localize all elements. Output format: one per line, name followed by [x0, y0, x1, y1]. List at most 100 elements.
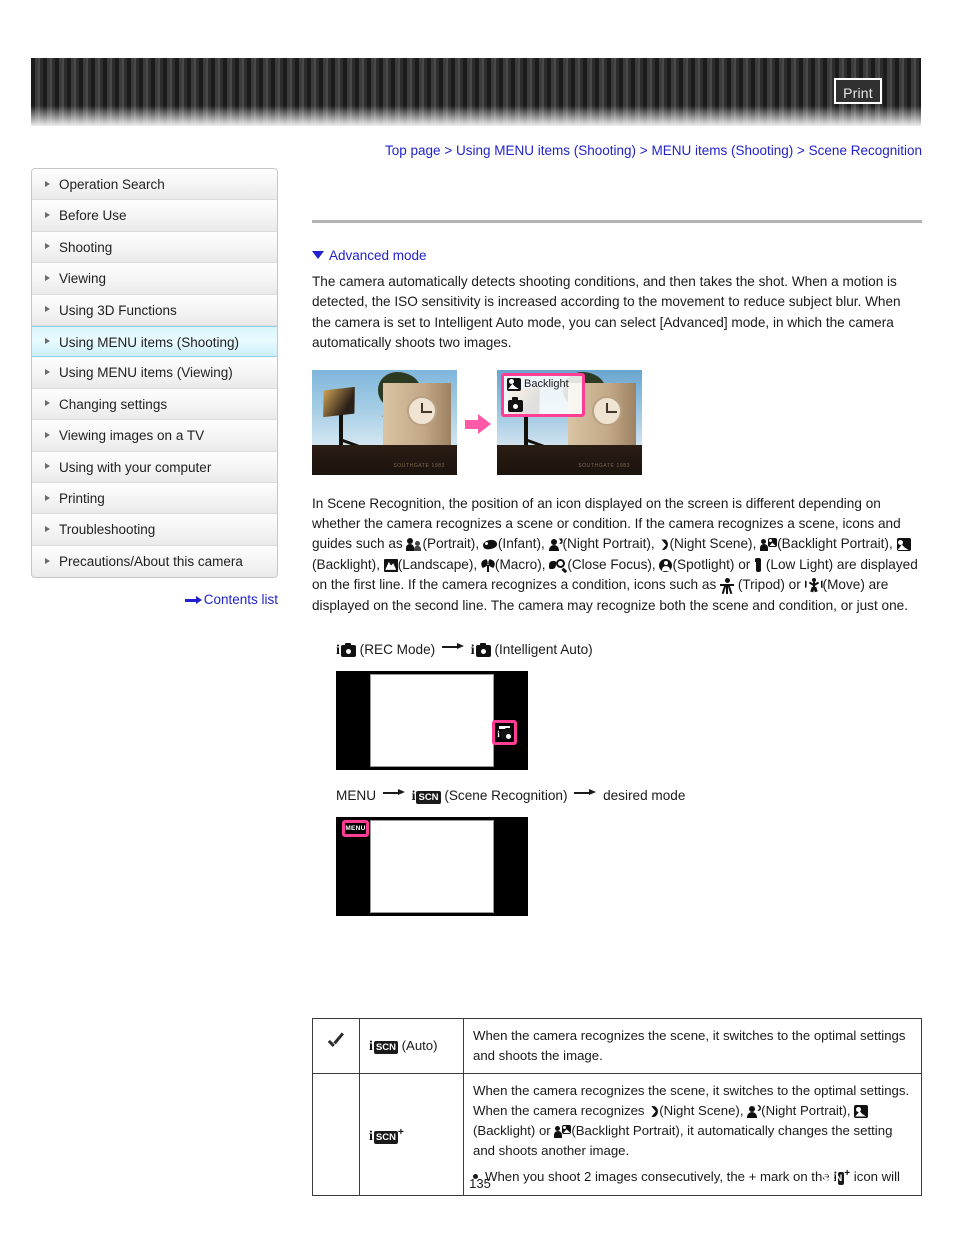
breadcrumb-separator: > [797, 143, 805, 158]
desc-night-scene: (Night Scene), [659, 1103, 744, 1118]
photo-before: SOUTHGATE 1983 [312, 369, 457, 475]
sidebar-item-label: Using with your computer [59, 459, 212, 475]
figure-scene-recognition-example: SOUTHGATE 1983 SOUTHGATE 1983 Backlight [312, 369, 922, 478]
page-number: 135 [469, 1176, 491, 1191]
intelligent-label-icon: i [470, 643, 475, 659]
sidebar-item-before-use[interactable]: Before Use [32, 200, 277, 232]
close-focus-icon [549, 558, 568, 574]
arrow-right-icon [184, 596, 202, 605]
backlight-icon [507, 377, 521, 391]
sidebar-item-shooting[interactable]: Shooting [32, 231, 277, 264]
chevron-right-icon [45, 306, 50, 313]
backlight-portrait-icon [760, 538, 778, 552]
contents-list-label: Contents list [203, 592, 278, 607]
sidebar-item-precautions-about-this-camera[interactable]: Precautions/About this camera [32, 545, 277, 578]
move-icon [804, 578, 823, 593]
contents-list-link[interactable]: Contents list [31, 592, 278, 607]
backlight-callout-highlight: Backlight [501, 372, 585, 417]
breadcrumb-separator: > [639, 143, 648, 158]
bullet-text-b: icon will [853, 1169, 900, 1184]
scene-para-night-portrait: (Night Portrait), [562, 536, 655, 552]
op-scene-recognition-label: (Scene Recognition) [444, 788, 568, 804]
scn-icon: SCN [373, 1130, 398, 1144]
intelligent-auto-icon: i [497, 727, 512, 740]
operation-line-menu: MENU i SCN (Scene Recognition) desired mo… [336, 788, 922, 805]
sidebar-item-label: Viewing images on a TV [59, 428, 205, 444]
operation-line-rec-mode: i (REC Mode) i (Intelligent Auto) [336, 642, 922, 659]
chevron-right-icon [45, 180, 50, 187]
plus-icon: + [397, 1126, 404, 1138]
table-cell-default-marker [312, 1073, 360, 1196]
tripod-icon [720, 578, 735, 595]
camera-screen-mockup-rec-mode: i [336, 671, 528, 771]
breadcrumb-item-scene-recognition[interactable]: Scene Recognition [809, 143, 922, 158]
sidebar-item-operation-search[interactable]: Operation Search [32, 169, 277, 201]
intelligent-label-icon: i [411, 789, 416, 805]
option-auto-label: (Auto) [401, 1037, 438, 1053]
scene-para-night-scene: (Night Scene), [669, 536, 757, 552]
menu-button-highlight[interactable]: MENU [342, 820, 369, 838]
desc-line-2: When the camera recognizes (Night Scene)… [473, 1101, 912, 1121]
sidebar-item-using-menu-items-shooting[interactable]: Using MENU items (Shooting) [32, 325, 277, 358]
intelligent-label-icon: i [369, 1038, 373, 1054]
sidebar-item-label: Using MENU items (Shooting) [59, 334, 240, 350]
chevron-right-icon [45, 431, 50, 438]
chevron-right-icon [45, 338, 50, 345]
intelligent-label-icon: i [336, 643, 340, 659]
low-light-icon [754, 557, 762, 572]
table-row: i SCN + When the camera recognizes the sce… [312, 1073, 922, 1196]
sidebar-item-label: Using 3D Functions [59, 302, 177, 318]
scene-para-spotlight: (Spotlight) or [672, 556, 751, 572]
photo-ground [312, 445, 457, 475]
sidebar-item-viewing-images-on-a-tv[interactable]: Viewing images on a TV [32, 420, 277, 452]
sidebar-item-printing[interactable]: Printing [32, 482, 277, 515]
print-button[interactable]: Print [834, 78, 882, 104]
camera-screen-mockup-menu: MENU [336, 817, 528, 917]
triangle-down-icon [312, 251, 324, 259]
desc-line-3: (Backlight) or (Backlight Portrait), it … [473, 1121, 912, 1161]
arrow-right-icon [574, 788, 597, 798]
section-heading[interactable]: Advanced mode [312, 248, 922, 263]
sidebar-item-label: Precautions/About this camera [59, 553, 243, 569]
sidebar-item-troubleshooting[interactable]: Troubleshooting [32, 514, 277, 546]
sidebar-item-label: Changing settings [59, 396, 168, 412]
breadcrumb-item-using-menu-items-shooting[interactable]: Using MENU items (Shooting) [456, 143, 636, 158]
chevron-right-icon [45, 212, 50, 219]
sidebar-item-using-with-your-computer[interactable]: Using with your computer [32, 451, 277, 483]
landscape-icon [383, 558, 398, 572]
sidebar-item-viewing[interactable]: Viewing [32, 263, 277, 295]
chevron-right-icon [45, 369, 50, 376]
scene-para-landscape: (Landscape), [397, 556, 478, 572]
callout-label: Backlight [524, 378, 569, 391]
table-row: i SCN (Auto) When the camera recognizes t… [312, 1018, 922, 1074]
photo-sign-text: SOUTHGATE 1983 [393, 462, 445, 469]
rec-mode-icon-highlight[interactable]: i [492, 720, 517, 746]
scene-para-portrait: (Portrait), [422, 536, 480, 552]
scn-icon: SCN [416, 791, 441, 805]
chevron-right-icon [45, 463, 50, 470]
sidebar-item-label: Shooting [59, 239, 113, 255]
table-cell-description-auto: When the camera recognizes the scene, it… [463, 1018, 922, 1074]
breadcrumb-item-menu-items-shooting[interactable]: MENU items (Shooting) [651, 143, 793, 158]
arrow-right-icon [382, 788, 405, 798]
camera-icon [508, 397, 523, 412]
callout-row-label: Backlight [507, 377, 569, 391]
check-icon [327, 1036, 346, 1050]
scene-para-infant: (Infant), [497, 536, 545, 552]
scene-para-backlight-portrait: (Backlight Portrait), [777, 536, 893, 552]
sidebar-item-using-3d-functions[interactable]: Using 3D Functions [32, 294, 277, 326]
night-portrait-icon [548, 538, 563, 552]
breadcrumb-item-top-page[interactable]: Top page [385, 143, 441, 158]
sidebar-item-label: Operation Search [59, 177, 165, 192]
camera-icon [475, 642, 491, 658]
desc-bullet-item: When you shoot 2 images consecutively, t… [473, 1164, 912, 1188]
table-cell-option-auto: i SCN (Auto) [359, 1018, 464, 1074]
desc-backlight: (Backlight) or [473, 1123, 551, 1138]
backlight-portrait-icon [554, 1125, 572, 1138]
arrow-right-icon [465, 413, 491, 434]
intelligent-label-icon: i [369, 1128, 373, 1144]
sidebar-item-changing-settings[interactable]: Changing settings [32, 388, 277, 421]
op-rec-mode-label: (REC Mode) [359, 642, 436, 658]
sidebar-item-using-menu-items-viewing[interactable]: Using MENU items (Viewing) [32, 357, 277, 389]
night-scene-icon [648, 1105, 659, 1118]
